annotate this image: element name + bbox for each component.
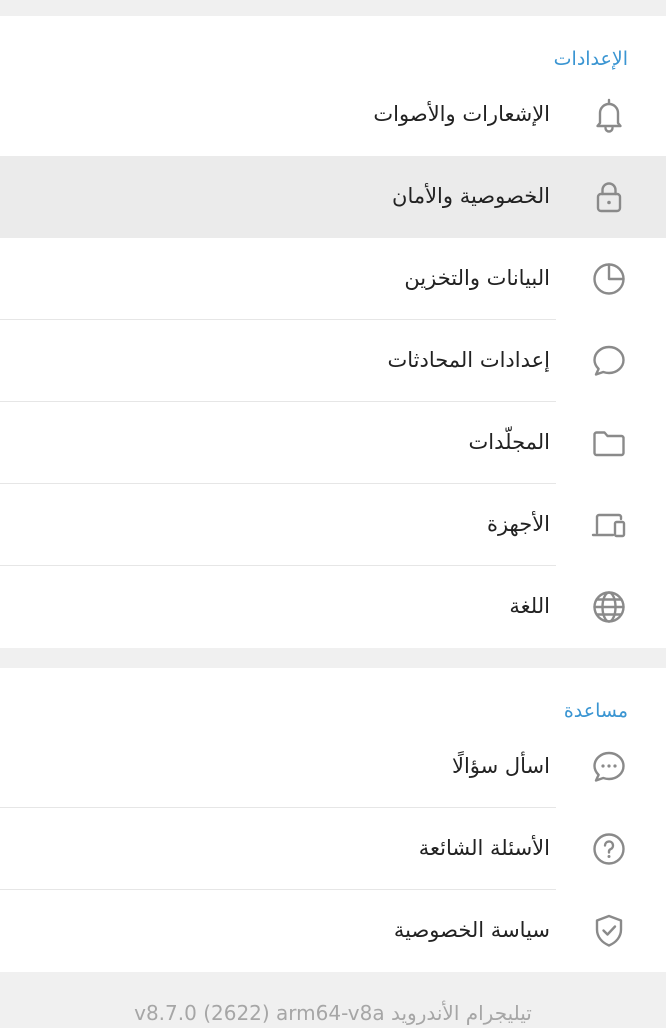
- settings-item-chat-settings[interactable]: إعدادات المحادثات: [0, 320, 666, 402]
- shield-check-icon: [589, 911, 629, 951]
- help-section: مساعدة اسأل سؤالًا الأسئلة الشائعة سياسة…: [0, 668, 666, 972]
- chat-bubble-icon: [589, 341, 629, 381]
- settings-item-label: الأجهزة: [486, 512, 550, 536]
- settings-item-label: المجلّدات: [468, 430, 550, 454]
- lock-icon: [589, 177, 629, 217]
- settings-item-devices[interactable]: الأجهزة: [0, 484, 666, 566]
- pie-chart-icon: [589, 259, 629, 299]
- help-item-ask-question[interactable]: اسأل سؤالًا: [0, 726, 666, 808]
- help-item-privacy-policy[interactable]: سياسة الخصوصية: [0, 890, 666, 972]
- top-spacer: [0, 0, 666, 16]
- settings-item-label: اللغة: [509, 594, 550, 618]
- settings-item-data-storage[interactable]: البيانات والتخزين: [0, 238, 666, 320]
- help-section-header: مساعدة: [563, 700, 628, 722]
- settings-item-privacy-security[interactable]: الخصوصية والأمان: [0, 156, 666, 238]
- help-item-label: سياسة الخصوصية: [393, 918, 550, 942]
- settings-item-label: الخصوصية والأمان: [392, 184, 550, 208]
- settings-item-notifications[interactable]: الإشعارات والأصوات: [0, 74, 666, 156]
- bell-icon: [589, 95, 629, 135]
- settings-item-label: البيانات والتخزين: [404, 266, 550, 290]
- help-item-faq[interactable]: الأسئلة الشائعة: [0, 808, 666, 890]
- settings-section-header: الإعدادات: [553, 48, 628, 70]
- settings-section: الإعدادات الإشعارات والأصوات الخصوصية وا…: [0, 16, 666, 648]
- help-item-label: اسأل سؤالًا: [451, 754, 550, 778]
- settings-item-label: إعدادات المحادثات: [387, 348, 550, 372]
- help-item-label: الأسئلة الشائعة: [418, 836, 550, 860]
- section-spacer: [0, 648, 666, 668]
- settings-item-label: الإشعارات والأصوات: [373, 102, 550, 126]
- chat-dots-icon: [589, 747, 629, 787]
- devices-icon: [589, 505, 629, 545]
- question-icon: [589, 829, 629, 869]
- folder-icon: [589, 423, 629, 463]
- globe-icon: [589, 587, 629, 627]
- settings-item-language[interactable]: اللغة: [0, 566, 666, 648]
- settings-item-folders[interactable]: المجلّدات: [0, 402, 666, 484]
